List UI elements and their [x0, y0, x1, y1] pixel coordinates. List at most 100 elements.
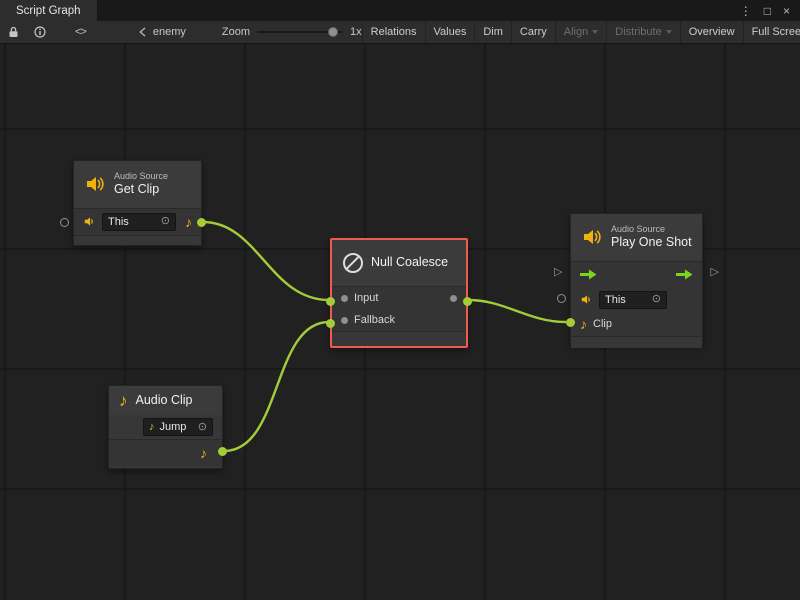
target-input-port[interactable] — [557, 294, 566, 303]
values-label: Values — [434, 26, 467, 38]
align-button[interactable]: Align — [555, 21, 606, 43]
zoom-slider-knob[interactable] — [328, 27, 338, 37]
chevron-down-icon — [666, 30, 672, 34]
input-wire-endpoint[interactable] — [326, 297, 335, 306]
wire-audioclip-to-fallback[interactable] — [224, 322, 329, 451]
control-flow-row — [571, 262, 702, 288]
tab-title: Script Graph — [16, 5, 81, 17]
edit-script-button[interactable]: <> — [75, 21, 86, 43]
info-icon — [34, 26, 46, 38]
output-port-row: ♪ — [109, 440, 222, 466]
music-note-icon: ♪ — [185, 215, 192, 229]
result-output-port[interactable] — [450, 295, 457, 302]
align-label: Align — [564, 26, 588, 38]
maximize-icon[interactable]: □ — [764, 5, 771, 17]
node-play-one-shot-header: Audio Source Play One Shot — [571, 214, 702, 261]
null-coalesce-icon — [343, 253, 363, 273]
zoom-value: 1x — [350, 26, 362, 38]
fullscreen-button[interactable]: Full Screen — [743, 21, 800, 43]
tab-script-graph[interactable]: Script Graph — [0, 0, 97, 21]
input-port-row: Input — [332, 287, 466, 309]
carry-label: Carry — [520, 26, 547, 38]
audio-source-icon — [581, 226, 603, 248]
fallback-port-label: Fallback — [354, 314, 395, 326]
audio-clip-icon: ♪ — [119, 392, 128, 409]
node-null-coalesce[interactable]: Null Coalesce Input Fallback — [330, 238, 468, 348]
this-object-field[interactable]: This ⊙ — [599, 291, 667, 309]
fullscreen-label: Full Screen — [752, 26, 800, 38]
values-button[interactable]: Values — [425, 21, 475, 43]
distribute-label: Distribute — [615, 26, 661, 38]
this-object-field[interactable]: This ⊙ — [102, 213, 176, 231]
object-picker-icon[interactable]: ⊙ — [198, 422, 207, 433]
result-wire-endpoint[interactable] — [463, 297, 472, 306]
relations-button[interactable]: Relations — [362, 21, 425, 43]
node-title: Play One Shot — [611, 235, 692, 251]
distribute-button[interactable]: Distribute — [606, 21, 679, 43]
wire-getclip-to-input[interactable] — [203, 222, 329, 300]
window-menu-icon[interactable]: ⋮ — [740, 5, 752, 17]
clip-port-label: Clip — [593, 318, 612, 330]
node-footer — [571, 336, 702, 348]
field-value: This — [108, 216, 156, 228]
target-port-row: This ⊙ ♪ — [74, 209, 201, 235]
node-title: Audio Clip — [136, 393, 193, 409]
music-note-icon: ♪ — [580, 317, 587, 331]
node-audio-clip-header: ♪ Audio Clip — [109, 386, 222, 415]
relations-label: Relations — [371, 26, 417, 38]
dim-button[interactable]: Dim — [474, 21, 511, 43]
graph-breadcrumb[interactable]: enemy — [138, 26, 186, 38]
graph-canvas[interactable]: Audio Source Get Clip This ⊙ ♪ — [0, 44, 800, 600]
inspect-button[interactable] — [34, 21, 46, 43]
node-play-one-shot[interactable]: Audio Source Play One Shot — [570, 213, 703, 345]
graph-asset-icon — [138, 27, 148, 37]
zoom-label: Zoom — [222, 26, 250, 38]
clip-port-row: ♪ Clip — [571, 312, 702, 336]
flow-in-port[interactable]: ▷ — [554, 267, 562, 278]
fallback-wire-endpoint[interactable] — [326, 319, 335, 328]
music-note-icon: ♪ — [149, 422, 155, 433]
input-port-label: Input — [354, 292, 378, 304]
jump-object-field[interactable]: ♪ Jump ⊙ — [143, 418, 213, 436]
lock-icon — [8, 26, 19, 38]
fallback-port-row: Fallback — [332, 309, 466, 331]
code-icon: <> — [75, 26, 86, 38]
audio-source-icon — [580, 293, 593, 306]
music-note-icon: ♪ — [200, 446, 207, 460]
node-category: Audio Source — [611, 224, 692, 235]
target-input-port[interactable] — [60, 218, 69, 227]
zoom-slider[interactable] — [257, 31, 343, 33]
clip-value-row: ♪ Jump ⊙ — [109, 415, 222, 439]
window-controls: ⋮ □ × — [740, 0, 800, 21]
object-picker-icon[interactable]: ⊙ — [161, 216, 170, 227]
wire-coalesce-to-clip[interactable] — [469, 300, 566, 322]
lock-button[interactable] — [8, 21, 19, 43]
audio-source-icon — [83, 215, 96, 228]
node-get-clip[interactable]: Audio Source Get Clip This ⊙ ♪ — [73, 160, 202, 246]
node-get-clip-header: Audio Source Get Clip — [74, 161, 201, 208]
flow-out-port[interactable]: ▷ — [711, 267, 719, 278]
node-audio-clip[interactable]: ♪ Audio Clip ♪ Jump ⊙ ♪ — [108, 385, 223, 469]
fallback-port[interactable] — [341, 317, 348, 324]
clip-input-port[interactable] — [566, 318, 575, 327]
target-port-row: This ⊙ — [571, 288, 702, 312]
clip-output-port[interactable] — [197, 218, 206, 227]
close-icon[interactable]: × — [783, 5, 790, 17]
zoom-control: Zoom 1x — [222, 26, 362, 38]
node-title: Get Clip — [114, 182, 168, 198]
node-title: Null Coalesce — [371, 255, 448, 271]
node-null-coalesce-header: Null Coalesce — [332, 240, 466, 286]
graph-name-label: enemy — [153, 26, 186, 38]
node-category: Audio Source — [114, 171, 168, 182]
object-picker-icon[interactable]: ⊙ — [652, 294, 661, 305]
input-port[interactable] — [341, 295, 348, 302]
chevron-down-icon — [592, 30, 598, 34]
flow-arrow-in-icon[interactable] — [580, 269, 597, 280]
flow-arrow-out-icon[interactable] — [676, 269, 693, 280]
overview-button[interactable]: Overview — [680, 21, 743, 43]
clip-output-port[interactable] — [218, 447, 227, 456]
field-value: This — [605, 294, 647, 306]
audio-source-icon — [84, 173, 106, 195]
field-value: Jump — [160, 421, 193, 433]
carry-button[interactable]: Carry — [511, 21, 555, 43]
